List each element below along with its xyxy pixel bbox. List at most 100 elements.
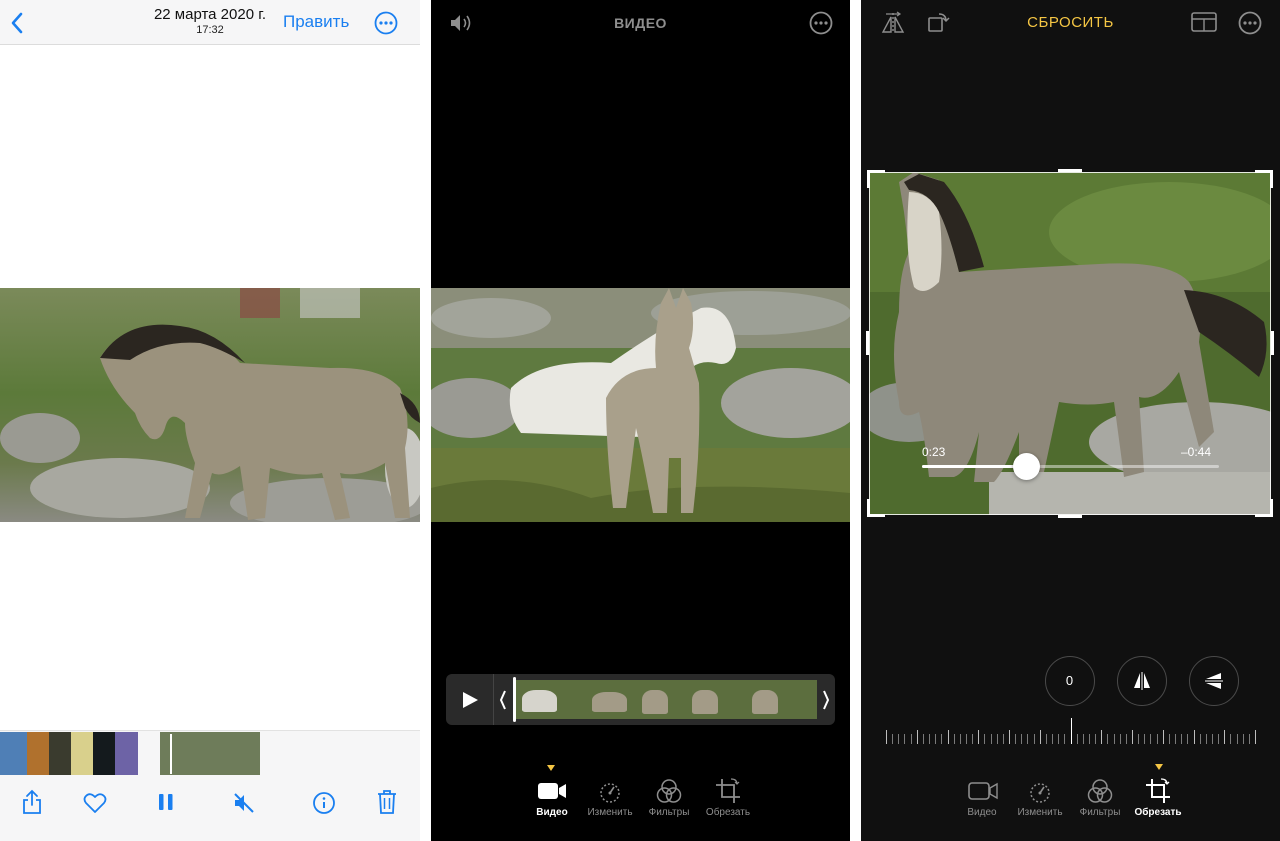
video-frame[interactable] [0, 288, 420, 522]
dial-tick [978, 730, 980, 744]
tab-crop-label[interactable]: Обрезать [688, 807, 768, 818]
crop-icon[interactable] [1145, 778, 1171, 804]
dial-tick [1199, 734, 1201, 744]
edit-button[interactable]: Править [283, 12, 349, 32]
playhead-marker [170, 734, 172, 774]
video-preview[interactable] [431, 288, 850, 522]
speaker-mute-icon[interactable] [232, 791, 256, 815]
dial-tick [1033, 734, 1035, 744]
thumbnail[interactable] [0, 732, 27, 775]
dial-tick [1181, 734, 1183, 744]
thumbnail[interactable] [49, 732, 71, 775]
trim-handle-left[interactable] [498, 689, 508, 711]
thumbnail[interactable] [27, 732, 49, 775]
video-camera-icon[interactable] [537, 780, 567, 802]
info-icon[interactable] [312, 791, 336, 815]
dial-tick [1039, 730, 1041, 744]
dial-tick [1076, 734, 1078, 744]
straighten-button[interactable]: 0 [1045, 656, 1095, 706]
share-icon[interactable] [21, 789, 43, 815]
dial-tick [1045, 734, 1047, 744]
angle-dial[interactable] [886, 718, 1256, 748]
thumbnail[interactable] [71, 732, 93, 775]
dial-tick [916, 730, 918, 744]
crop-edge-handle[interactable] [1058, 515, 1082, 518]
tab-crop-label[interactable]: Обрезать [1118, 807, 1198, 818]
trash-icon[interactable] [376, 789, 398, 815]
dial-tick [1193, 730, 1195, 744]
straighten-value: 0 [1065, 673, 1074, 688]
crop-corner-handle[interactable] [867, 170, 885, 188]
thumbnail[interactable] [93, 732, 115, 775]
pause-icon[interactable] [158, 792, 174, 812]
dial-tick [1168, 734, 1170, 744]
horizontal-perspective-button[interactable] [1189, 656, 1239, 706]
frame-strip [514, 680, 817, 719]
thumbnail[interactable] [115, 732, 138, 775]
dial-tick [1236, 734, 1238, 744]
crop-icon[interactable] [715, 778, 741, 804]
play-icon[interactable] [460, 690, 480, 710]
trim-handle-right[interactable] [821, 689, 831, 711]
dial-tick [1101, 730, 1103, 744]
dial-tick [1125, 734, 1127, 744]
dial-tick [1248, 734, 1250, 744]
dial-tick [1255, 730, 1256, 744]
thumbnail-strip[interactable] [0, 730, 420, 775]
dial-tick [1070, 718, 1072, 744]
dial-tick [886, 730, 887, 744]
vertical-perspective-button[interactable] [1117, 656, 1167, 706]
dial-tick [1211, 734, 1213, 744]
aspect-ratio-icon[interactable] [1191, 11, 1217, 33]
adjust-dial-icon[interactable] [597, 779, 623, 805]
dial-tick [984, 734, 986, 744]
crop-corner-handle[interactable] [867, 499, 885, 517]
crop-frame[interactable] [869, 172, 1271, 515]
crop-edge-handle[interactable] [1271, 331, 1274, 355]
chevron-left-icon[interactable] [10, 12, 24, 34]
vertical-perspective-icon [1131, 670, 1153, 692]
dial-tick [904, 734, 906, 744]
horizontal-perspective-icon [1203, 670, 1225, 692]
ellipsis-circle-icon[interactable] [1238, 11, 1262, 35]
capture-date: 22 марта 2020 г. [153, 6, 267, 23]
dial-tick [996, 734, 998, 744]
dial-tick [1205, 734, 1207, 744]
capture-time: 17:32 [196, 24, 224, 36]
crop-edge-handle[interactable] [866, 331, 869, 355]
ellipsis-circle-icon[interactable] [809, 11, 833, 35]
dial-tick [935, 734, 937, 744]
playhead[interactable] [513, 677, 516, 722]
dial-tick [1150, 734, 1152, 744]
remaining-time: –0:44 [1181, 445, 1212, 459]
reset-button[interactable]: СБРОСИТЬ [861, 14, 1280, 31]
photos-viewer-panel: 22 марта 2020 г. 17:32 Править [0, 0, 420, 841]
filters-icon[interactable] [1087, 778, 1113, 806]
dial-tick [898, 734, 900, 744]
screen-title: ВИДЕО [614, 15, 667, 31]
dial-tick [922, 734, 924, 744]
dial-tick [990, 734, 992, 744]
ellipsis-circle-icon[interactable] [374, 11, 398, 35]
video-camera-icon[interactable] [968, 780, 998, 802]
frame-thumb [692, 690, 718, 714]
crop-edge-handle[interactable] [1058, 169, 1082, 172]
divider [493, 674, 494, 725]
current-video-thumbnail[interactable] [160, 732, 260, 775]
frame-thumb [592, 692, 627, 712]
filters-icon[interactable] [656, 778, 682, 806]
scrubber-knob[interactable] [1012, 453, 1040, 480]
dial-tick [1021, 734, 1023, 744]
adjust-dial-icon[interactable] [1027, 779, 1053, 805]
scrubber-track[interactable] [922, 453, 1219, 480]
elapsed-time: 0:23 [922, 445, 946, 459]
heart-icon[interactable] [83, 792, 107, 814]
dial-tick [965, 734, 967, 744]
dial-tick [947, 730, 949, 744]
dial-tick [910, 734, 912, 744]
crop-corner-handle[interactable] [1255, 170, 1273, 188]
dial-tick [1088, 734, 1090, 744]
video-timeline[interactable] [446, 674, 835, 725]
dial-tick [929, 734, 931, 744]
crop-corner-handle[interactable] [1255, 499, 1273, 517]
